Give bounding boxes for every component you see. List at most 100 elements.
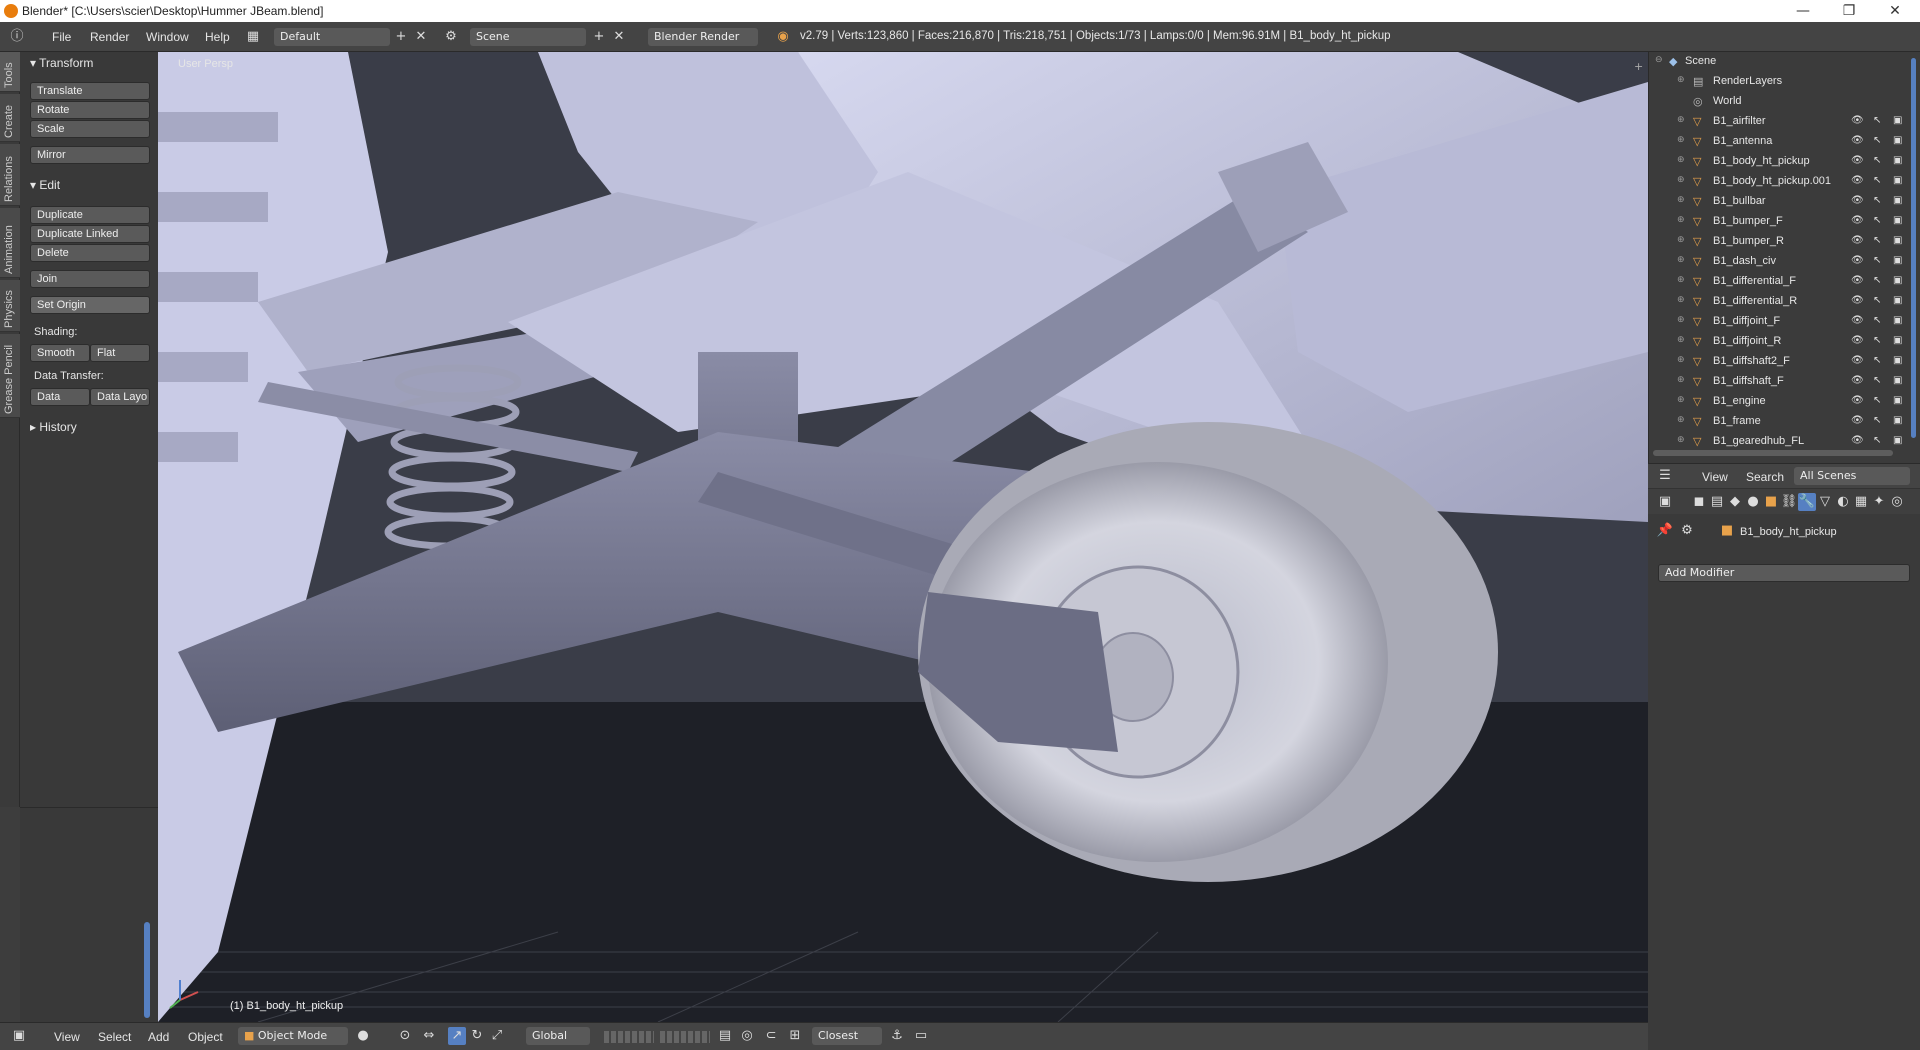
visibility-eye-icon[interactable]: 👁 bbox=[1851, 335, 1864, 346]
selectable-cursor-icon[interactable]: ↖ bbox=[1873, 395, 1881, 406]
rotate-manipulator-icon[interactable]: ↻ bbox=[468, 1027, 486, 1045]
expand-icon[interactable]: ⊕ bbox=[1677, 195, 1687, 205]
minimize-button[interactable]: — bbox=[1780, 0, 1826, 22]
layer-buttons-2[interactable] bbox=[660, 1031, 710, 1043]
viewport-shading-icon[interactable]: ● bbox=[354, 1027, 372, 1045]
renderable-camera-icon[interactable]: ▣ bbox=[1893, 315, 1902, 326]
outliner-object-row[interactable]: ⊕ ▽ B1_frame 👁 ↖ ▣ bbox=[1649, 412, 1920, 432]
outliner-object-row[interactable]: ⊕ ▽ B1_bumper_F 👁 ↖ ▣ bbox=[1649, 212, 1920, 232]
render-layers-tab-icon[interactable]: ▤ bbox=[1708, 493, 1726, 511]
transform-panel-header[interactable]: ▾ Transform bbox=[30, 56, 93, 70]
outliner-object-row[interactable]: ⊕ ▽ B1_diffshaft_F 👁 ↖ ▣ bbox=[1649, 372, 1920, 392]
editor-type-icon[interactable]: ☰ bbox=[1656, 467, 1674, 485]
outliner-object-row[interactable]: ⊕ ▽ B1_diffshaft2_F 👁 ↖ ▣ bbox=[1649, 352, 1920, 372]
selectable-cursor-icon[interactable]: ↖ bbox=[1873, 135, 1881, 146]
snap-target-select[interactable]: Closest bbox=[812, 1027, 882, 1045]
outliner-object-row[interactable]: ⊕ ▽ B1_gearedhub_FL 👁 ↖ ▣ bbox=[1649, 432, 1920, 452]
renderable-camera-icon[interactable]: ▣ bbox=[1893, 295, 1902, 306]
remove-scene-icon[interactable]: ✕ bbox=[610, 28, 628, 46]
expand-icon[interactable]: ⊕ bbox=[1677, 135, 1687, 145]
outliner-hscrollbar[interactable] bbox=[1653, 450, 1893, 456]
rotate-button[interactable]: Rotate bbox=[30, 101, 150, 119]
selectable-cursor-icon[interactable]: ↖ bbox=[1873, 255, 1881, 266]
selectable-cursor-icon[interactable]: ↖ bbox=[1873, 315, 1881, 326]
editor-type-icon[interactable]: ▣ bbox=[10, 1027, 28, 1045]
renderable-camera-icon[interactable]: ▣ bbox=[1893, 175, 1902, 186]
selectable-cursor-icon[interactable]: ↖ bbox=[1873, 195, 1881, 206]
menu-help[interactable]: Help bbox=[205, 30, 230, 44]
selectable-cursor-icon[interactable]: ↖ bbox=[1873, 435, 1881, 446]
expand-icon[interactable]: ⊕ bbox=[1677, 335, 1687, 345]
join-button[interactable]: Join bbox=[30, 270, 150, 288]
menu-view[interactable]: View bbox=[54, 1030, 80, 1044]
expand-icon[interactable]: ⊖ bbox=[1655, 55, 1665, 65]
visibility-eye-icon[interactable]: 👁 bbox=[1851, 215, 1864, 226]
render-still-icon[interactable]: ⚓ bbox=[888, 1027, 906, 1045]
expand-icon[interactable]: ⊕ bbox=[1677, 395, 1687, 405]
snap-icon[interactable]: ⊂ bbox=[762, 1027, 780, 1045]
particles-tab-icon[interactable]: ✦ bbox=[1870, 493, 1888, 511]
material-tab-icon[interactable]: ◐ bbox=[1834, 493, 1852, 511]
outliner-scene-row[interactable]: ⊖ ◆ Scene bbox=[1649, 52, 1920, 72]
object-mode-select[interactable]: ■ Object Mode bbox=[238, 1027, 348, 1045]
outliner-renderlayers-row[interactable]: ⊕ ▤ RenderLayers bbox=[1649, 72, 1920, 92]
scale-manipulator-icon[interactable]: ⤢ bbox=[488, 1027, 506, 1045]
delete-button[interactable]: Delete bbox=[30, 244, 150, 262]
selectable-cursor-icon[interactable]: ↖ bbox=[1873, 375, 1881, 386]
selectable-cursor-icon[interactable]: ↖ bbox=[1873, 335, 1881, 346]
expand-icon[interactable]: ⊕ bbox=[1677, 275, 1687, 285]
renderable-camera-icon[interactable]: ▣ bbox=[1893, 135, 1902, 146]
outliner-object-row[interactable]: ⊕ ▽ B1_engine 👁 ↖ ▣ bbox=[1649, 392, 1920, 412]
menu-render[interactable]: Render bbox=[90, 30, 129, 44]
modifiers-tab-icon[interactable]: 🔧 bbox=[1798, 493, 1816, 511]
expand-icon[interactable]: ⊕ bbox=[1677, 315, 1687, 325]
visibility-eye-icon[interactable]: 👁 bbox=[1851, 115, 1864, 126]
outliner-object-row[interactable]: ⊕ ▽ B1_differential_R 👁 ↖ ▣ bbox=[1649, 292, 1920, 312]
visibility-eye-icon[interactable]: 👁 bbox=[1851, 175, 1864, 186]
selectable-cursor-icon[interactable]: ↖ bbox=[1873, 175, 1881, 186]
expand-icon[interactable]: ⊕ bbox=[1677, 155, 1687, 165]
tab-relations[interactable]: Relations bbox=[0, 144, 20, 206]
close-window-button[interactable]: ✕ bbox=[1872, 0, 1918, 22]
maximize-button[interactable]: ❐ bbox=[1826, 0, 1872, 22]
opengl-render-icon[interactable]: ▭ bbox=[912, 1027, 930, 1045]
panel-scrollbar[interactable] bbox=[144, 922, 150, 1018]
manipulator-icon[interactable]: ⇔ bbox=[420, 1027, 438, 1045]
viewport-corner-plus-icon[interactable]: + bbox=[1634, 60, 1643, 73]
add-scene-icon[interactable]: + bbox=[590, 28, 608, 46]
mirror-button[interactable]: Mirror bbox=[30, 146, 150, 164]
texture-tab-icon[interactable]: ▦ bbox=[1852, 493, 1870, 511]
selectable-cursor-icon[interactable]: ↖ bbox=[1873, 115, 1881, 126]
outliner-object-row[interactable]: ⊕ ▽ B1_differential_F 👁 ↖ ▣ bbox=[1649, 272, 1920, 292]
selectable-cursor-icon[interactable]: ↖ bbox=[1873, 275, 1881, 286]
renderable-camera-icon[interactable]: ▣ bbox=[1893, 255, 1902, 266]
outliner-vscrollbar[interactable] bbox=[1911, 58, 1916, 438]
lock-layers-icon[interactable]: ▤ bbox=[716, 1027, 734, 1045]
scene-icon[interactable]: ⚙ bbox=[442, 28, 460, 46]
renderable-camera-icon[interactable]: ▣ bbox=[1893, 435, 1902, 446]
selectable-cursor-icon[interactable]: ↖ bbox=[1873, 355, 1881, 366]
visibility-eye-icon[interactable]: 👁 bbox=[1851, 375, 1864, 386]
layout-grid-icon[interactable]: ▦ bbox=[244, 28, 262, 46]
outliner-object-row[interactable]: ⊕ ▽ B1_bullbar 👁 ↖ ▣ bbox=[1649, 192, 1920, 212]
visibility-eye-icon[interactable]: 👁 bbox=[1851, 435, 1864, 446]
selectable-cursor-icon[interactable]: ↖ bbox=[1873, 295, 1881, 306]
layer-buttons[interactable] bbox=[604, 1031, 654, 1043]
outliner-object-row[interactable]: ⊕ ▽ B1_body_ht_pickup 👁 ↖ ▣ bbox=[1649, 152, 1920, 172]
visibility-eye-icon[interactable]: 👁 bbox=[1851, 195, 1864, 206]
history-panel-header[interactable]: ▸ History bbox=[30, 420, 77, 434]
visibility-eye-icon[interactable]: 👁 bbox=[1851, 275, 1864, 286]
renderable-camera-icon[interactable]: ▣ bbox=[1893, 335, 1902, 346]
outliner-object-row[interactable]: ⊕ ▽ B1_antenna 👁 ↖ ▣ bbox=[1649, 132, 1920, 152]
properties-editor-icon[interactable]: ▣ bbox=[1656, 493, 1674, 511]
translate-manipulator-icon[interactable]: ↗ bbox=[448, 1027, 466, 1045]
tab-animation[interactable]: Animation bbox=[0, 208, 20, 278]
expand-icon[interactable]: ⊕ bbox=[1677, 435, 1687, 445]
selectable-cursor-icon[interactable]: ↖ bbox=[1873, 415, 1881, 426]
visibility-eye-icon[interactable]: 👁 bbox=[1851, 155, 1864, 166]
outliner-view-menu[interactable]: View bbox=[1702, 470, 1728, 484]
duplicate-button[interactable]: Duplicate bbox=[30, 206, 150, 224]
scene-tab-icon[interactable]: ◆ bbox=[1726, 493, 1744, 511]
render-tab-icon[interactable]: ◼ bbox=[1690, 493, 1708, 511]
tab-grease-pencil[interactable]: Grease Pencil bbox=[0, 334, 20, 418]
